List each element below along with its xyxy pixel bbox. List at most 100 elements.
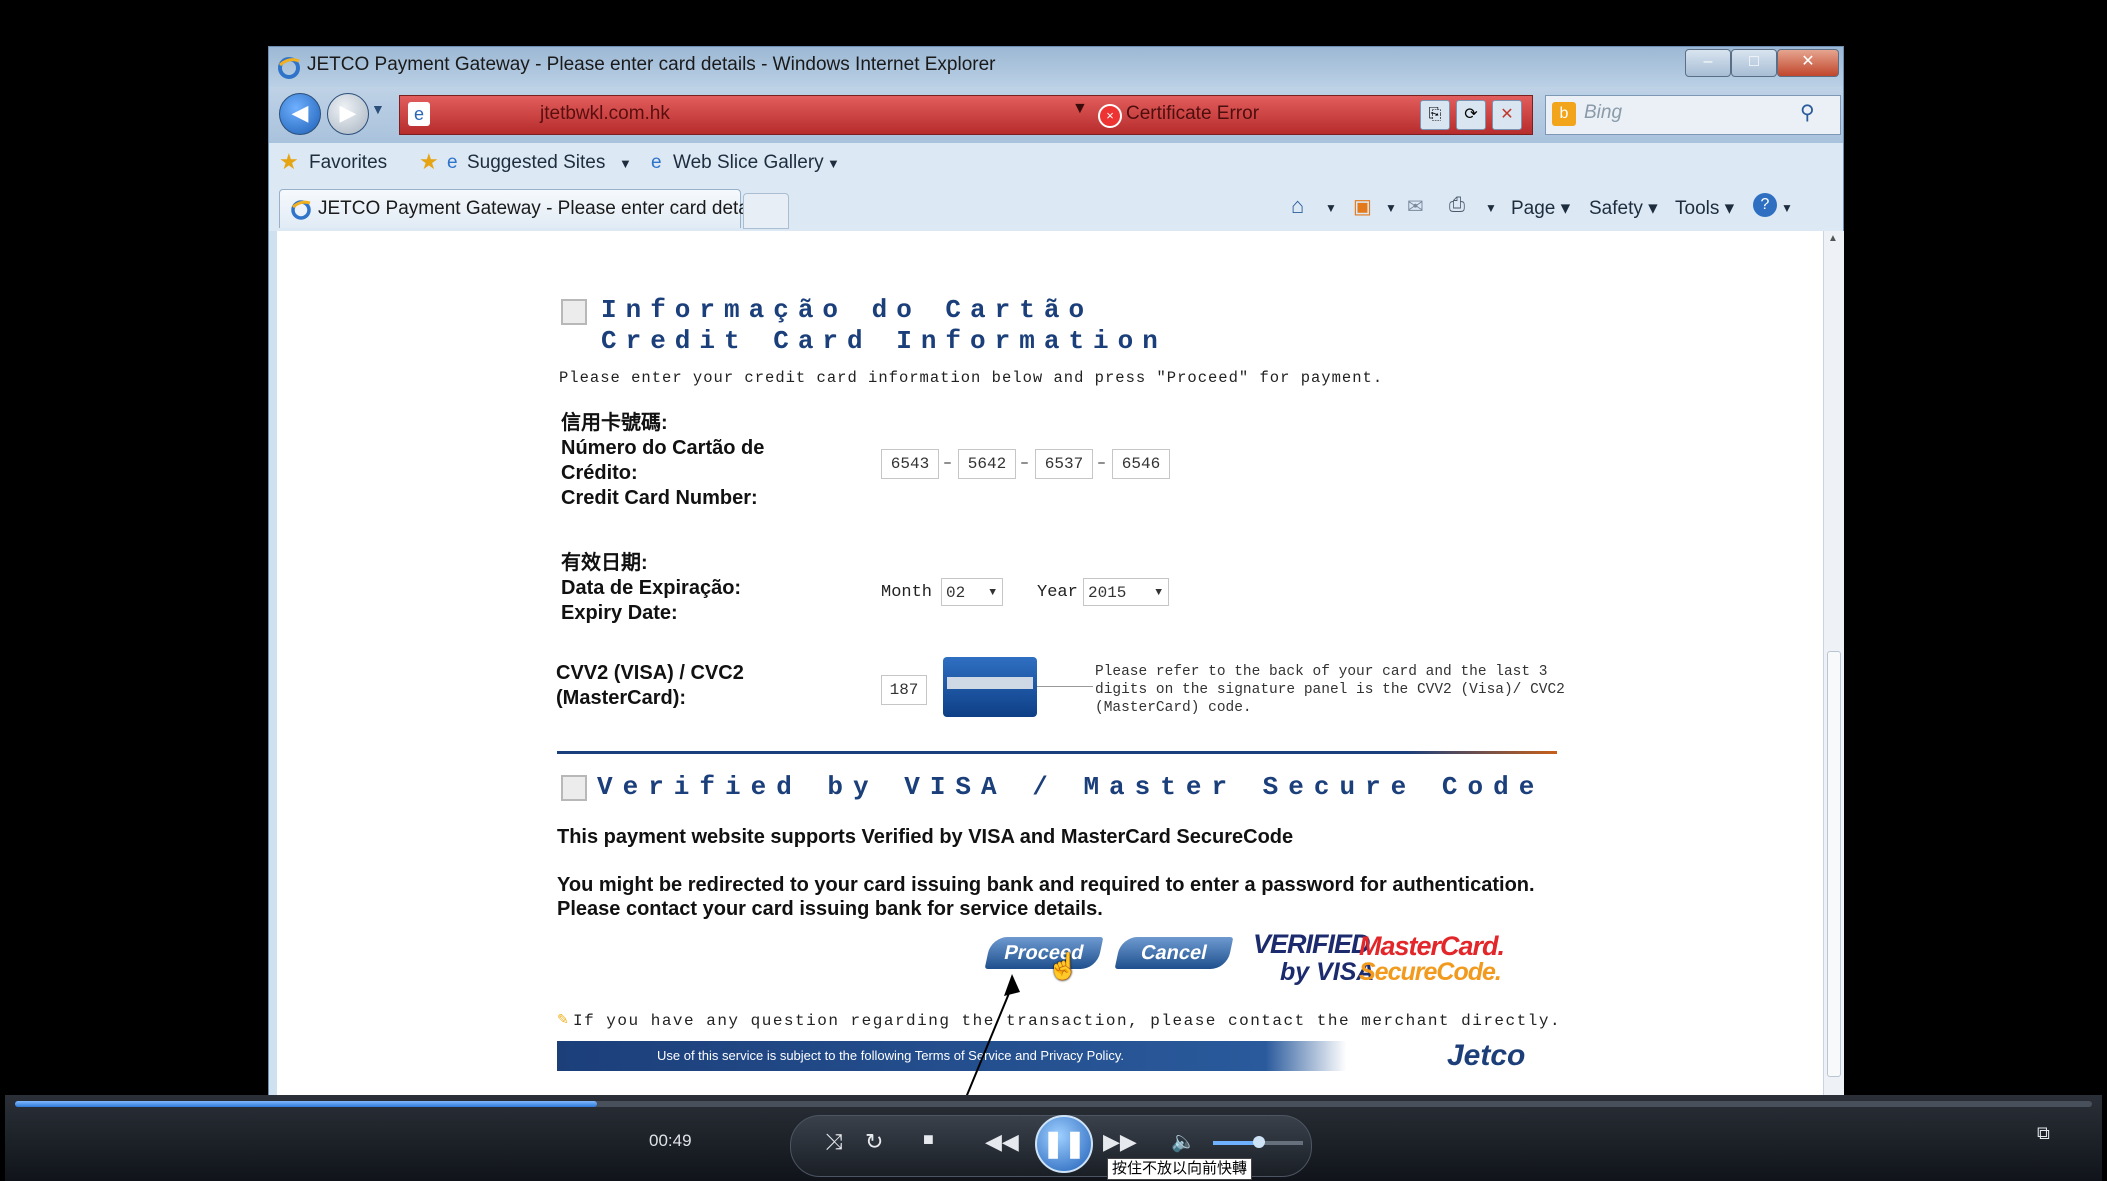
home-dropdown-icon[interactable]: ▼ bbox=[1325, 201, 1337, 215]
tools-menu[interactable]: Tools ▾ bbox=[1675, 197, 1734, 220]
address-bar[interactable]: e jtetbwkl.com.hk ▼ × Certificate Error … bbox=[399, 95, 1533, 135]
feeds-icon[interactable]: ▣ bbox=[1353, 194, 1372, 219]
note-pencil-icon: ✎ bbox=[557, 1011, 569, 1027]
card-number-label-zh: 信用卡號碼: bbox=[561, 412, 668, 434]
back-button[interactable]: ◀ bbox=[279, 93, 321, 135]
separator: – bbox=[943, 455, 953, 472]
month-select[interactable]: 02 ▼ bbox=[941, 578, 1003, 606]
elapsed-time: 00:49 bbox=[649, 1131, 692, 1150]
favorites-button[interactable]: Favorites bbox=[309, 152, 387, 174]
suggested-sites-link[interactable]: Suggested Sites bbox=[467, 152, 605, 174]
footer-bar: Use of this service is subject to the fo… bbox=[557, 1039, 1569, 1072]
card-number-field-1[interactable]: 6543 bbox=[881, 449, 939, 479]
seek-bar[interactable] bbox=[15, 1101, 2092, 1107]
tab-ie-icon bbox=[290, 198, 312, 225]
home-icon[interactable]: ⌂ bbox=[1291, 193, 1304, 219]
navigation-bar: ◀ ▶ ▼ e jtetbwkl.com.hk ▼ × Certificate … bbox=[269, 87, 1843, 143]
card-number-label-pt: Número do Cartão de Crédito: bbox=[561, 437, 765, 484]
favorites-bar: ★ Favorites ★ e Suggested Sites ▼ e Web … bbox=[269, 143, 1843, 186]
page-menu[interactable]: Page ▾ bbox=[1511, 197, 1570, 220]
separator: – bbox=[1020, 455, 1030, 472]
feeds-dropdown-icon[interactable]: ▼ bbox=[1385, 201, 1397, 215]
year-select[interactable]: 2015 ▼ bbox=[1083, 578, 1169, 606]
seek-progress bbox=[15, 1101, 597, 1107]
volume-slider[interactable] bbox=[1213, 1136, 1303, 1148]
history-dropdown-icon[interactable]: ▼ bbox=[371, 101, 385, 117]
verified-by-visa-logo: VERIFIED bbox=[1253, 929, 1371, 959]
broken-image-icon bbox=[561, 299, 587, 325]
card-back-image bbox=[943, 657, 1037, 717]
close-button[interactable]: ✕ bbox=[1777, 49, 1839, 77]
vertical-scrollbar[interactable]: ▲ bbox=[1823, 231, 1844, 1097]
window-title: JETCO Payment Gateway - Please enter car… bbox=[307, 54, 996, 75]
securecode-logo: SecureCode. bbox=[1359, 958, 1502, 986]
webslice-dropdown-icon[interactable]: ▼ bbox=[827, 156, 840, 171]
page-menu-label: Page bbox=[1511, 198, 1556, 219]
pointer-line bbox=[1037, 686, 1093, 687]
repeat-icon[interactable]: ↻ bbox=[865, 1129, 883, 1155]
search-icon[interactable]: ⚲ bbox=[1800, 100, 1815, 125]
safety-menu-label: Safety bbox=[1589, 198, 1643, 219]
certificate-error-icon[interactable]: × bbox=[1098, 104, 1122, 128]
address-dropdown-icon[interactable]: ▼ bbox=[1072, 100, 1088, 118]
scrollbar-thumb[interactable] bbox=[1827, 651, 1841, 1077]
tooltip: 按住不放以向前快轉 bbox=[1107, 1158, 1253, 1180]
search-placeholder: Bing bbox=[1584, 102, 1623, 123]
bing-icon: b bbox=[1552, 102, 1576, 126]
shuffle-icon[interactable]: ⤨ bbox=[825, 1129, 843, 1155]
help-icon[interactable]: ? bbox=[1753, 193, 1777, 217]
chevron-down-icon: ▼ bbox=[989, 587, 996, 599]
print-icon[interactable]: ⎙ bbox=[1449, 194, 1465, 217]
maximize-button[interactable]: □ bbox=[1731, 49, 1777, 77]
ie-window: JETCO Payment Gateway - Please enter car… bbox=[268, 46, 1844, 1098]
footer-terms[interactable]: Use of this service is subject to the fo… bbox=[657, 1048, 1124, 1063]
cancel-button[interactable]: Cancel bbox=[1114, 937, 1234, 969]
verify-line-1: This payment website supports Verified b… bbox=[557, 826, 1294, 848]
compatibility-icon[interactable]: ⎘ bbox=[1420, 100, 1450, 130]
print-dropdown-icon[interactable]: ▼ bbox=[1485, 201, 1497, 215]
month-label: Month bbox=[881, 583, 933, 602]
media-player-controls: 00:49 ⤨ ↻ ■ ◀◀ ❚❚ ▶▶ 🔈 ⧉ bbox=[5, 1095, 2102, 1181]
safety-menu[interactable]: Safety ▾ bbox=[1589, 197, 1658, 220]
help-dropdown-icon[interactable]: ▼ bbox=[1781, 201, 1793, 215]
card-number-field-4[interactable]: 6546 bbox=[1112, 449, 1170, 479]
mail-icon[interactable]: ✉ bbox=[1407, 194, 1424, 219]
add-favorite-icon[interactable]: ★ bbox=[419, 149, 439, 175]
chevron-down-icon: ▼ bbox=[1155, 587, 1162, 599]
verify-heading: Verified by VISA / Master Secure Code bbox=[597, 772, 1545, 802]
fast-forward-icon[interactable]: ▶▶ bbox=[1103, 1129, 1137, 1155]
switch-to-library-icon[interactable]: ⧉ bbox=[2037, 1123, 2050, 1144]
scroll-up-icon[interactable]: ▲ bbox=[1828, 233, 1838, 244]
cvv-help-text: Please refer to the back of your card an… bbox=[1095, 664, 1565, 716]
ie-logo-icon bbox=[277, 55, 301, 79]
card-number-label: 信用卡號碼: Número do Cartão de Crédito: Cred… bbox=[561, 411, 831, 511]
cvv-field[interactable]: 187 bbox=[881, 675, 927, 705]
year-value: 2015 bbox=[1088, 584, 1127, 602]
expiry-label-en: Expiry Date: bbox=[561, 602, 678, 624]
search-box[interactable]: b Bing ⚲ bbox=[1545, 95, 1841, 135]
footer-note: If you have any question regarding the t… bbox=[573, 1012, 1562, 1030]
volume-level bbox=[1213, 1141, 1258, 1145]
hand-cursor-icon: ☝ bbox=[1047, 951, 1080, 981]
broken-image-icon bbox=[561, 775, 587, 801]
stop-icon[interactable]: ■ bbox=[923, 1129, 934, 1150]
minimize-button[interactable]: – bbox=[1685, 49, 1731, 77]
volume-icon[interactable]: 🔈 bbox=[1171, 1129, 1196, 1154]
refresh-icon[interactable]: ⟳ bbox=[1456, 100, 1486, 130]
suggested-dropdown-icon[interactable]: ▼ bbox=[619, 156, 632, 171]
certificate-error-label[interactable]: Certificate Error bbox=[1126, 103, 1259, 125]
tab-active[interactable]: JETCO Payment Gateway - Please enter car… bbox=[279, 189, 767, 228]
stop-icon[interactable]: ✕ bbox=[1492, 100, 1522, 130]
card-number-field-3[interactable]: 6537 bbox=[1035, 449, 1093, 479]
favorites-star-icon: ★ bbox=[279, 149, 299, 174]
tab-bar: JETCO Payment Gateway - Please enter car… bbox=[269, 185, 1843, 231]
volume-thumb[interactable] bbox=[1253, 1136, 1265, 1148]
forward-button[interactable]: ▶ bbox=[327, 93, 369, 135]
new-tab-button[interactable] bbox=[743, 193, 789, 229]
rewind-icon[interactable]: ◀◀ bbox=[985, 1129, 1019, 1155]
tools-menu-label: Tools bbox=[1675, 198, 1720, 219]
card-number-field-2[interactable]: 5642 bbox=[958, 449, 1016, 479]
expiry-label-pt: Data de Expiração: bbox=[561, 577, 742, 599]
web-slice-gallery-link[interactable]: Web Slice Gallery bbox=[673, 152, 824, 174]
pause-button[interactable]: ❚❚ bbox=[1035, 1115, 1093, 1173]
